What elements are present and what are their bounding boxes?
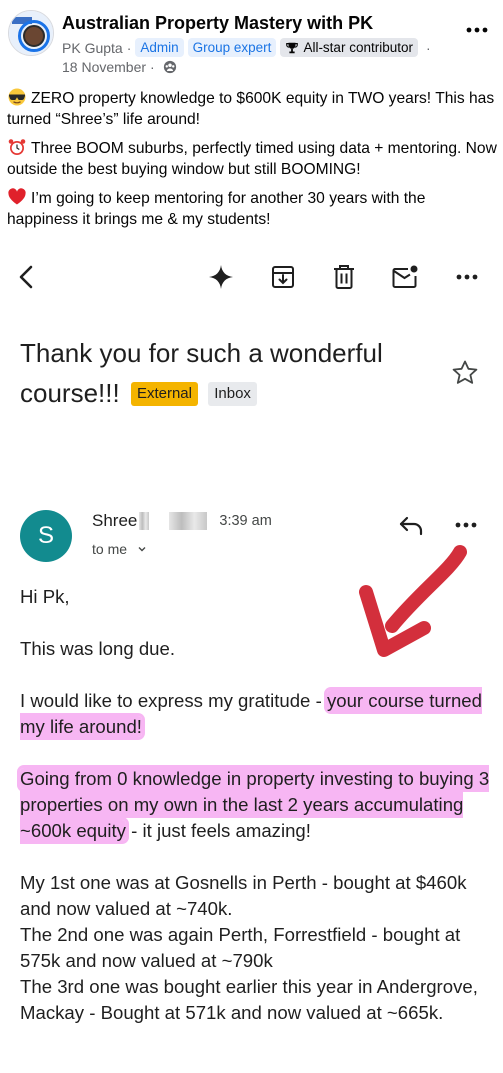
external-label: External — [130, 382, 198, 406]
email-line: This was long due. — [20, 638, 176, 659]
post-paragraph: Three BOOM suburbs, perfectly timed usin… — [7, 138, 499, 180]
star-icon[interactable] — [450, 358, 480, 388]
group-expert-badge: Group expert — [187, 38, 277, 57]
gemini-button[interactable] — [206, 262, 236, 292]
separator: · — [150, 59, 155, 75]
sunglasses-emoji-icon — [8, 88, 26, 106]
trophy-icon — [286, 42, 299, 53]
post-text: ZERO property knowledge to $600K equity … — [7, 88, 499, 238]
more-icon — [456, 274, 478, 280]
reply-icon[interactable] — [397, 512, 427, 538]
author-name[interactable]: PK Gupta — [62, 40, 123, 56]
message-more-icon[interactable] — [452, 514, 480, 536]
inbox-label[interactable]: Inbox — [208, 382, 257, 406]
separator: · — [425, 39, 431, 56]
archive-button[interactable] — [268, 262, 298, 292]
property-line: The 3rd one was bought earlier this year… — [20, 976, 478, 1023]
red-heart-emoji-icon — [8, 188, 26, 205]
chevron-down-icon — [138, 547, 146, 552]
email-greeting: Hi Pk, — [20, 586, 70, 607]
post-paragraph-text: ZERO property knowledge to $600K equity … — [7, 90, 495, 128]
email-toolbar — [0, 254, 503, 302]
email-body: Hi Pk, This was long due. I would like t… — [20, 584, 490, 1026]
all-star-contributor-badge: All-star contributor — [280, 38, 418, 57]
redacted-name — [139, 512, 150, 530]
more-options-icon[interactable] — [463, 20, 491, 40]
recipient-text: to me — [92, 541, 128, 557]
delete-icon — [334, 265, 354, 289]
properties-list: My 1st one was at Gosnells in Perth - bo… — [20, 870, 490, 1026]
journey-paragraph: Going from 0 knowledge in property inves… — [20, 766, 490, 844]
group-name[interactable]: Australian Property Mastery with PK — [62, 13, 373, 34]
post-paragraph: I’m going to keep mentoring for another … — [7, 188, 499, 230]
sender-avatar[interactable]: S — [20, 510, 72, 562]
property-line: My 1st one was at Gosnells in Perth - bo… — [20, 872, 467, 919]
more-button[interactable] — [452, 262, 482, 292]
subject-text: Thank you for such a wonderful course!!! — [20, 338, 383, 408]
journey-text: - it just feels amazing! — [125, 820, 311, 841]
gratitude-paragraph: I would like to express my gratitude - y… — [20, 688, 490, 740]
recipient-details[interactable]: to me — [92, 541, 147, 557]
property-line: The 2nd one was again Perth, Forrestfiel… — [20, 924, 461, 971]
post-paragraph-text: I’m going to keep mentoring for another … — [7, 190, 426, 228]
back-button[interactable] — [12, 262, 42, 292]
post-header: Australian Property Mastery with PK PK G… — [0, 0, 503, 80]
separator: · — [126, 39, 132, 56]
audience-group-icon — [163, 60, 176, 74]
post-paragraph-text: Three BOOM suburbs, perfectly timed usin… — [7, 140, 497, 178]
sender-line: Shree 3:39 am — [92, 511, 272, 531]
contributor-label: All-star contributor — [303, 40, 413, 55]
archive-icon — [272, 266, 294, 288]
post-date-text: 18 November — [62, 59, 147, 75]
gemini-sparkle-icon — [209, 265, 233, 289]
post-meta: PK Gupta · Admin Group expert All-star c… — [62, 38, 435, 57]
sender-name[interactable]: Shree — [92, 511, 137, 531]
admin-badge: Admin — [135, 38, 184, 57]
mark-unread-icon — [392, 265, 418, 288]
email-time: 3:39 am — [219, 513, 272, 529]
email-subject: Thank you for such a wonderful course!!!… — [20, 333, 440, 413]
group-avatar[interactable] — [8, 10, 54, 56]
mark-unread-button[interactable] — [390, 262, 420, 292]
gratitude-text: I would like to express my gratitude - — [20, 690, 327, 711]
redacted-name — [169, 512, 208, 530]
post-paragraph: ZERO property knowledge to $600K equity … — [7, 88, 499, 130]
alarm-clock-emoji-icon — [8, 139, 26, 155]
back-arrow-icon — [19, 265, 33, 289]
delete-button[interactable] — [329, 262, 359, 292]
post-date[interactable]: 18 November · — [62, 59, 177, 75]
